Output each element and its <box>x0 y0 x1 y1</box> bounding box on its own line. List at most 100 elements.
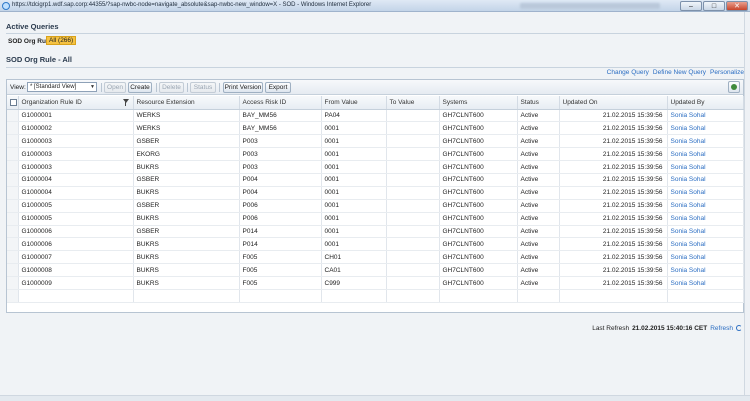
row-selector[interactable] <box>7 109 19 123</box>
table-settings-button[interactable] <box>728 81 740 93</box>
column-header[interactable]: From Value <box>321 96 387 110</box>
filter-icon[interactable] <box>122 99 129 106</box>
rule-id-cell: G1000002 <box>18 121 134 136</box>
access-risk-id-cell: P006 <box>239 199 322 213</box>
rule-id-cell: G1000003 <box>18 134 134 149</box>
minimize-button[interactable]: – <box>680 1 702 11</box>
create-button[interactable]: Create <box>128 82 152 93</box>
from-value-cell: 0001 <box>321 199 387 213</box>
updated-by-link[interactable]: Sonia Sohal <box>667 212 744 226</box>
table-row[interactable]: G1000005 BUKRS P006 0001 GH7CLNT600 Active 21.… <box>7 212 744 226</box>
personalize-link[interactable]: Personalize <box>710 69 744 76</box>
empty-cell <box>517 289 560 303</box>
access-risk-id-cell: P014 <box>239 225 322 239</box>
resource-extension-cell: BUKRS <box>133 263 240 278</box>
active-queries-heading: Active Queries <box>6 22 59 31</box>
toolbar-separator <box>156 83 157 92</box>
column-header[interactable]: Resource Extension <box>133 96 240 110</box>
column-header[interactable]: Systems <box>439 96 518 110</box>
table-row[interactable]: G1000003 EKORG P003 0001 GH7CLNT600 Active 21.… <box>7 147 744 162</box>
row-selector[interactable] <box>7 147 19 162</box>
updated-by-link[interactable]: Sonia Sohal <box>667 173 744 187</box>
results-table: Organization Rule ID Resource Extension … <box>7 96 744 303</box>
systems-cell: GH7CLNT600 <box>439 109 518 123</box>
status-cell: Active <box>517 109 560 123</box>
row-selector[interactable] <box>7 212 19 226</box>
row-selector[interactable] <box>7 199 19 213</box>
updated-on-cell: 21.02.2015 15:39:56 <box>559 134 668 149</box>
change-query-link[interactable]: Change Query <box>607 69 649 76</box>
export-button[interactable]: Export <box>265 82 291 93</box>
select-all-header[interactable] <box>7 96 19 110</box>
column-header[interactable]: Access Risk ID <box>239 96 322 110</box>
updated-by-link[interactable]: Sonia Sohal <box>667 147 744 162</box>
row-selector[interactable] <box>7 237 19 252</box>
table-row[interactable]: G1000007 BUKRS F005 CH01 GH7CLNT600 Active 21.… <box>7 250 744 265</box>
row-selector[interactable] <box>7 134 19 149</box>
row-selector[interactable] <box>7 276 19 290</box>
column-header[interactable]: To Value <box>386 96 440 110</box>
systems-cell: GH7CLNT600 <box>439 160 518 174</box>
row-selector[interactable] <box>7 263 19 278</box>
rule-id-cell: G1000006 <box>18 237 134 252</box>
updated-by-link[interactable]: Sonia Sohal <box>667 276 744 290</box>
table-row[interactable]: G1000008 BUKRS F005 CA01 GH7CLNT600 Active 21.… <box>7 263 744 278</box>
to-value-cell <box>386 186 440 200</box>
table-row[interactable]: G1000004 GSBER P004 0001 GH7CLNT600 Active 21.… <box>7 173 744 187</box>
systems-cell: GH7CLNT600 <box>439 250 518 265</box>
from-value-cell: PA04 <box>321 109 387 123</box>
updated-on-cell: 21.02.2015 15:39:56 <box>559 225 668 239</box>
refresh-link[interactable]: Refresh <box>710 325 733 332</box>
updated-by-link[interactable]: Sonia Sohal <box>667 186 744 200</box>
updated-by-link[interactable]: Sonia Sohal <box>667 121 744 136</box>
table-row[interactable]: G1000002 WERKS BAY_MM56 0001 GH7CLNT600 Activ… <box>7 121 744 136</box>
table-row[interactable]: G1000006 BUKRS P014 0001 GH7CLNT600 Active 21.… <box>7 237 744 252</box>
empty-cell <box>133 289 240 303</box>
column-header[interactable]: Status <box>517 96 560 110</box>
from-value-cell: 0001 <box>321 160 387 174</box>
row-selector[interactable] <box>7 121 19 136</box>
row-selector[interactable] <box>7 250 19 265</box>
table-row[interactable]: G1000001 WERKS BAY_MM56 PA04 GH7CLNT600 Activ… <box>7 109 744 123</box>
table-row[interactable]: G1000005 GSBER P006 0001 GH7CLNT600 Active 21.… <box>7 199 744 213</box>
results-panel: View: * [Standard View] ▼ Open Create De… <box>6 79 744 313</box>
status-button[interactable]: Status <box>190 82 216 93</box>
table-row[interactable]: G1000004 BUKRS P004 0001 GH7CLNT600 Active 21.… <box>7 186 744 200</box>
updated-by-link[interactable]: Sonia Sohal <box>667 109 744 123</box>
define-new-query-link[interactable]: Define New Query <box>653 69 706 76</box>
row-selector[interactable] <box>7 186 19 200</box>
refresh-icon[interactable] <box>736 325 742 331</box>
query-count-badge[interactable]: All (266) <box>46 36 77 45</box>
open-button[interactable]: Open <box>104 82 126 93</box>
view-select[interactable]: * [Standard View] ▼ <box>27 82 97 92</box>
column-header[interactable]: Organization Rule ID <box>18 96 134 110</box>
print-version-button[interactable]: Print Version <box>223 82 263 93</box>
vertical-scrollbar[interactable] <box>744 12 750 401</box>
column-header[interactable]: Updated On <box>559 96 668 110</box>
table-row[interactable]: G1000003 GSBER P003 0001 GH7CLNT600 Active 21.… <box>7 134 744 149</box>
from-value-cell: CA01 <box>321 263 387 278</box>
access-risk-id-cell: P003 <box>239 160 322 174</box>
resource-extension-cell: GSBER <box>133 134 240 149</box>
table-row[interactable]: G1000009 BUKRS F005 C999 GH7CLNT600 Active 21.… <box>7 276 744 290</box>
row-selector[interactable] <box>7 225 19 239</box>
row-selector[interactable] <box>7 160 19 174</box>
updated-by-link[interactable]: Sonia Sohal <box>667 237 744 252</box>
updated-by-link[interactable]: Sonia Sohal <box>667 199 744 213</box>
table-row[interactable]: G1000003 BUKRS P003 0001 GH7CLNT600 Active 21.… <box>7 160 744 174</box>
close-button[interactable]: ✕ <box>726 1 748 11</box>
table-row[interactable]: G1000006 GSBER P014 0001 GH7CLNT600 Active 21.… <box>7 225 744 239</box>
rule-id-cell: G1000009 <box>18 276 134 290</box>
updated-by-link[interactable]: Sonia Sohal <box>667 263 744 278</box>
column-header[interactable]: Updated By <box>667 96 744 110</box>
updated-by-link[interactable]: Sonia Sohal <box>667 160 744 174</box>
to-value-cell <box>386 121 440 136</box>
systems-cell: GH7CLNT600 <box>439 186 518 200</box>
updated-by-link[interactable]: Sonia Sohal <box>667 134 744 149</box>
row-selector[interactable] <box>7 173 19 187</box>
updated-by-link[interactable]: Sonia Sohal <box>667 225 744 239</box>
delete-button[interactable]: Delete <box>159 82 184 93</box>
updated-by-link[interactable]: Sonia Sohal <box>667 250 744 265</box>
maximize-button[interactable]: □ <box>703 1 725 11</box>
resource-extension-cell: BUKRS <box>133 212 240 226</box>
